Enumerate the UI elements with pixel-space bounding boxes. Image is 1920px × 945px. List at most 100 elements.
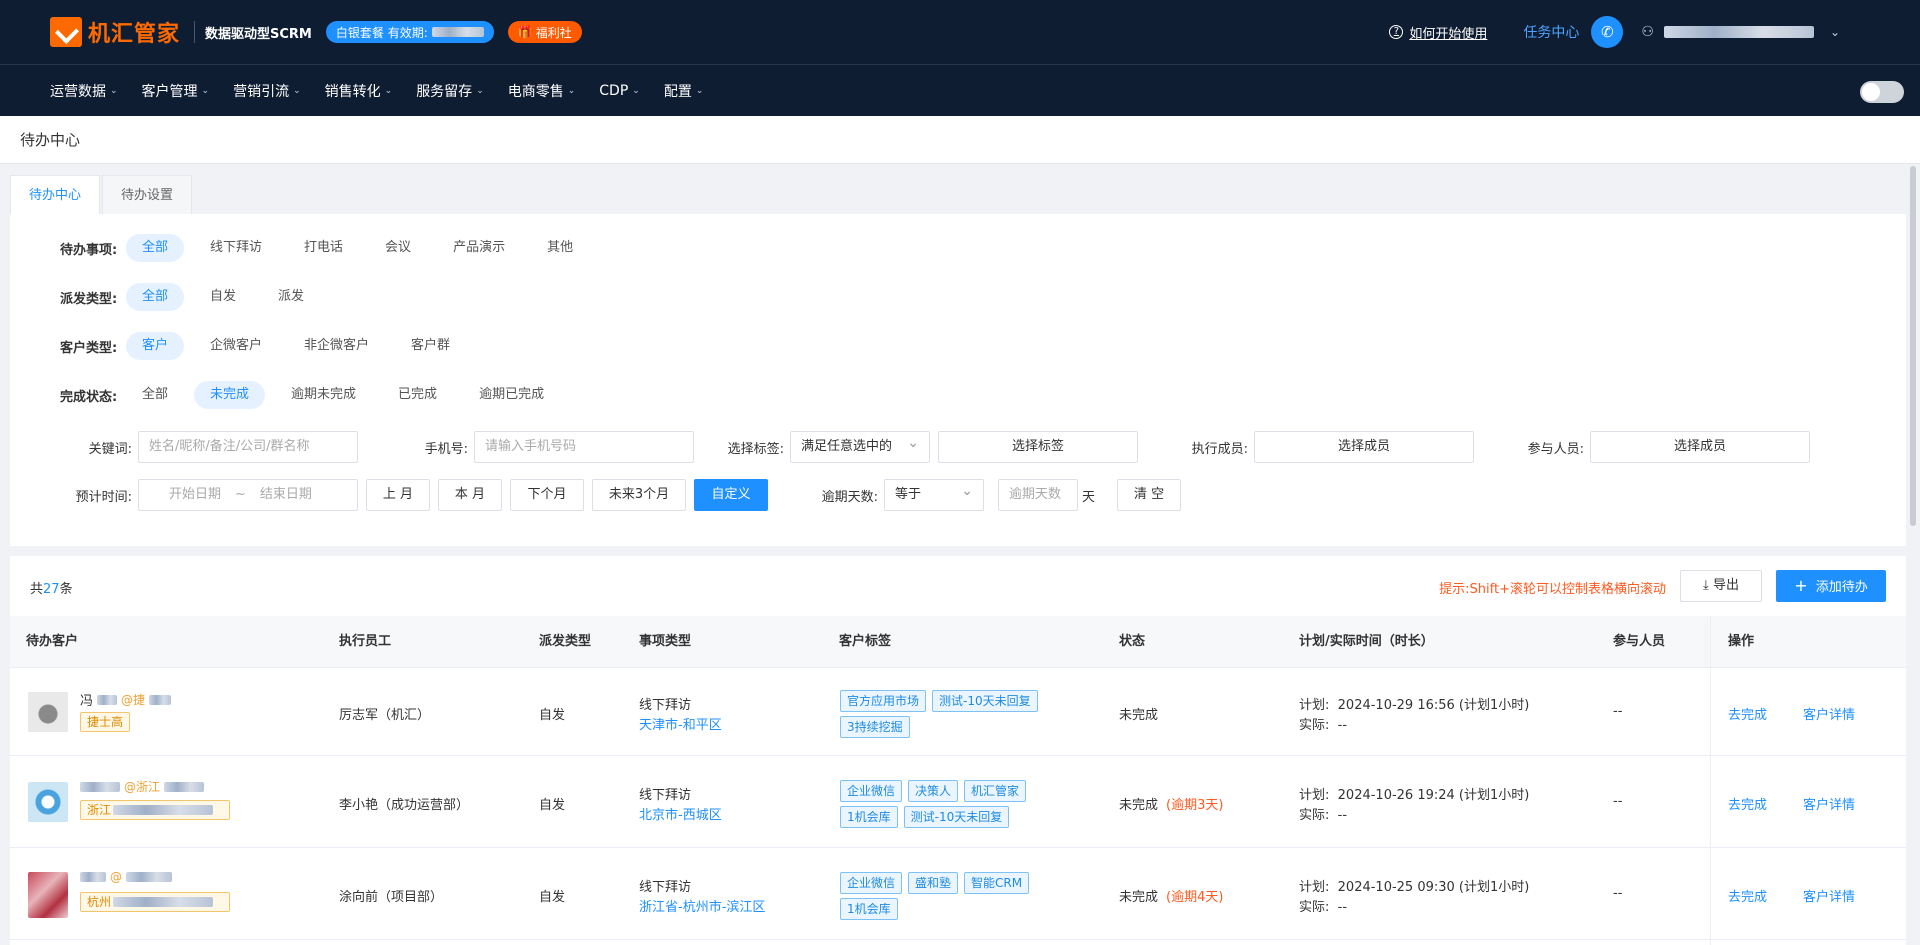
chip-todo-meeting[interactable]: 会议 bbox=[369, 234, 427, 262]
tab-todo-settings[interactable]: 待办设置 bbox=[102, 175, 193, 215]
nav-label: 销售转化 bbox=[324, 83, 381, 100]
nav-item-customer-management[interactable]: 客户管理 ⌄ bbox=[142, 81, 210, 101]
select-tag-button[interactable]: 选择标签 bbox=[938, 431, 1138, 463]
customer-name[interactable]: 冯 @捷 bbox=[80, 690, 172, 709]
redacted-corp bbox=[149, 694, 172, 705]
chip-status-complete[interactable]: 已完成 bbox=[382, 381, 453, 409]
plan-label: 计划: bbox=[1299, 788, 1330, 803]
nav-label: 电商零售 bbox=[507, 83, 564, 100]
customer-name-text: 冯 bbox=[80, 694, 94, 709]
chip-status-all[interactable]: 全部 bbox=[126, 381, 184, 409]
chip-todo-other[interactable]: 其他 bbox=[531, 234, 589, 262]
chip-dispatch-all[interactable]: 全部 bbox=[126, 283, 185, 311]
filter-label: 客户类型: bbox=[60, 340, 118, 356]
last-month-button[interactable]: 上 月 bbox=[366, 479, 430, 511]
nav-item-ecommerce[interactable]: 电商零售 ⌄ bbox=[508, 81, 576, 101]
next-3-months-button[interactable]: 未来3个月 bbox=[592, 479, 686, 511]
customer-tags: 企业微信 决策人 机汇管家 1机会库 测试-10天未回复 bbox=[840, 780, 1070, 828]
welfare-label: 福利社 bbox=[535, 25, 572, 40]
task-center-link[interactable]: 任务中心 bbox=[1523, 22, 1579, 42]
customer-tag: 企业微信 bbox=[840, 780, 903, 802]
select-executor-button[interactable]: 选择成员 bbox=[1254, 431, 1474, 463]
chip-todo-call[interactable]: 打电话 bbox=[288, 234, 359, 262]
export-button[interactable]: ⤓ 导出 bbox=[1680, 570, 1762, 602]
chip-dispatch-assigned[interactable]: 派发 bbox=[262, 283, 320, 311]
chip-todo-demo[interactable]: 产品演示 bbox=[437, 234, 521, 262]
logo-text: 机汇管家 bbox=[88, 22, 181, 47]
nav-item-marketing[interactable]: 营销引流 ⌄ bbox=[233, 81, 301, 101]
clear-button[interactable]: 清 空 bbox=[1117, 479, 1182, 511]
welfare-badge[interactable]: 🎁 福利社 bbox=[507, 21, 582, 43]
nav-item-service[interactable]: 服务留存 ⌄ bbox=[416, 81, 484, 101]
theme-toggle[interactable] bbox=[1860, 81, 1904, 103]
nav-item-operations-data[interactable]: 运营数据 ⌄ bbox=[50, 81, 118, 101]
next-month-button[interactable]: 下个月 bbox=[510, 479, 584, 511]
customer-name[interactable]: @浙江 bbox=[80, 778, 205, 795]
table-header: 待办客户 执行员工 派发类型 事项类型 客户标签 状态 计划/实际时间（时长） … bbox=[10, 616, 1906, 668]
filter-panel: 待办事项: 全部 线下拜访 打电话 会议 产品演示 其他 派发类型: 全部 自发… bbox=[10, 214, 1906, 546]
nav-label: CDP bbox=[599, 82, 629, 99]
chevron-down-icon: ⌄ bbox=[632, 85, 640, 96]
package-badge[interactable]: 白银套餐 有效期: bbox=[325, 21, 494, 43]
user-name[interactable] bbox=[1663, 26, 1814, 38]
complete-link[interactable]: 去完成 bbox=[1728, 704, 1767, 723]
customer-tag: 1机会库 bbox=[840, 898, 898, 920]
help-link[interactable]: ? 如何开始使用 bbox=[1389, 23, 1487, 42]
this-month-button[interactable]: 本 月 bbox=[438, 479, 502, 511]
chip-status-incomplete[interactable]: 未完成 bbox=[194, 381, 266, 409]
chevron-down-icon: ⌄ bbox=[476, 85, 484, 96]
chip-status-overdue-complete[interactable]: 逾期已完成 bbox=[463, 381, 560, 409]
customer-tag: 企业微信 bbox=[840, 872, 903, 894]
complete-link[interactable]: 去完成 bbox=[1728, 794, 1767, 813]
chevron-down-icon: ⌄ bbox=[384, 85, 393, 96]
overdue-badge: (逾期4天) bbox=[1166, 890, 1224, 905]
chip-todo-visit[interactable]: 线下拜访 bbox=[194, 234, 278, 262]
complete-link[interactable]: 去完成 bbox=[1728, 886, 1767, 905]
chip-todo-all[interactable]: 全部 bbox=[126, 234, 185, 262]
add-todo-button[interactable]: + 添加待办 bbox=[1776, 570, 1886, 602]
custom-range-button[interactable]: 自定义 bbox=[694, 479, 768, 511]
chip-customer[interactable]: 客户 bbox=[126, 332, 185, 360]
customer-name[interactable]: @ bbox=[80, 870, 172, 884]
customer-detail-link[interactable]: 客户详情 bbox=[1803, 886, 1855, 905]
vertical-scrollbar[interactable] bbox=[1910, 166, 1916, 526]
select-participant-button[interactable]: 选择成员 bbox=[1590, 431, 1810, 463]
nav-item-config[interactable]: 配置 ⌄ bbox=[664, 81, 704, 101]
location-link[interactable]: 北京市-西城区 bbox=[639, 804, 722, 823]
chip-status-overdue-incomplete[interactable]: 逾期未完成 bbox=[275, 381, 372, 409]
status: 未完成 (逾期3天) bbox=[1119, 794, 1223, 813]
chevron-down-icon[interactable]: ⌄ bbox=[1830, 25, 1840, 39]
keyword-input[interactable]: 姓名/昵称/备注/公司/群名称 bbox=[138, 431, 358, 463]
scroll-tip: 提示:Shift+滚轮可以控制表格横向滚动 bbox=[1439, 582, 1666, 597]
date-range-input[interactable]: 开始日期 ~ 结束日期 bbox=[138, 479, 358, 511]
logo[interactable]: 机汇管家 数据驱动型SCRM bbox=[50, 16, 312, 48]
overdue-days-input[interactable]: 逾期天数 bbox=[998, 479, 1078, 511]
nav-label: 服务留存 bbox=[416, 83, 473, 100]
phone-label: 手机号: bbox=[424, 441, 468, 457]
customer-detail-link[interactable]: 客户详情 bbox=[1803, 794, 1855, 813]
redacted-name bbox=[80, 872, 106, 882]
actual-time: 实际: -- bbox=[1299, 896, 1347, 915]
actual-time: 实际: -- bbox=[1299, 804, 1347, 823]
location-link[interactable]: 浙江省-杭州市-滨江区 bbox=[639, 896, 765, 915]
query-row-2: 预计时间: 开始日期 ~ 结束日期 上 月 本 月 下个月 未来3个月 自定义 … bbox=[10, 476, 1189, 511]
item-type: 线下拜访 bbox=[639, 880, 692, 895]
table-row: @浙江 浙江 李小艳（成功运营部） 自发 线下拜访 北京市-西城区 企业微信 决… bbox=[10, 756, 1906, 848]
chip-non-wecom-customer[interactable]: 非企微客户 bbox=[288, 332, 385, 360]
actual-time-value: -- bbox=[1337, 718, 1348, 733]
tab-todo-center[interactable]: 待办中心 bbox=[10, 175, 101, 215]
chip-wecom-customer[interactable]: 企微客户 bbox=[194, 332, 278, 360]
customer-tag: 智能CRM bbox=[964, 872, 1030, 894]
chip-customer-group[interactable]: 客户群 bbox=[395, 332, 466, 360]
nav-item-cdp[interactable]: CDP ⌄ bbox=[599, 83, 640, 99]
customer-corp: @ bbox=[110, 870, 122, 884]
redacted-date bbox=[431, 27, 484, 37]
nav-item-sales[interactable]: 销售转化 ⌄ bbox=[325, 81, 393, 101]
chip-dispatch-self[interactable]: 自发 bbox=[194, 283, 252, 311]
customer-detail-link[interactable]: 客户详情 bbox=[1803, 704, 1855, 723]
overdue-operator-select[interactable]: 等于 bbox=[884, 476, 984, 511]
phone-input[interactable]: 请输入手机号码 bbox=[474, 431, 694, 463]
tag-mode-select[interactable]: 满足任意选中的 bbox=[790, 428, 930, 463]
location-link[interactable]: 天津市-和平区 bbox=[639, 714, 722, 733]
phone-icon[interactable]: ✆ bbox=[1591, 16, 1624, 48]
